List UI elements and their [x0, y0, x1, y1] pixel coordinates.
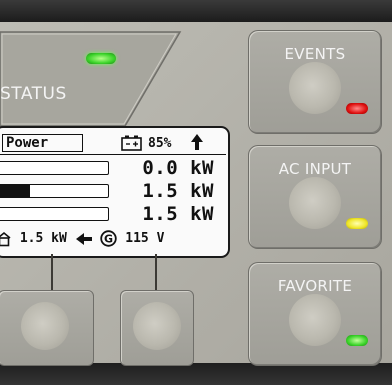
ac-input-label: AC INPUT	[278, 160, 352, 178]
status-button[interactable]	[0, 30, 200, 130]
favorite-button[interactable]: FAVORITE	[248, 262, 382, 366]
ac-input-dome	[289, 177, 341, 229]
battery-percent: 85%	[148, 136, 172, 151]
stem-right	[155, 254, 157, 290]
ac-input-button[interactable]: AC INPUT	[248, 145, 382, 249]
top-frame	[0, 0, 392, 22]
events-button[interactable]: EVENTS	[248, 30, 382, 134]
events-label: EVENTS	[284, 45, 346, 63]
power-value-3: 1.5 kW	[142, 203, 214, 225]
voltage-value: 115 V	[125, 231, 165, 246]
favorite-dome	[289, 294, 341, 346]
load-value: 1.5 kW	[19, 231, 67, 246]
events-led	[346, 103, 368, 114]
power-value-1: 0.0 kW	[142, 157, 214, 179]
lcd-tab: Power	[2, 134, 83, 152]
generator-icon: G	[100, 230, 118, 247]
favorite-led	[346, 335, 368, 346]
house-icon	[0, 231, 11, 246]
bottom-frame	[0, 363, 392, 385]
lcd-display: Power 85% 0.0 kW 1.5 kW 1.5 kW 1.5 kW G …	[0, 126, 230, 258]
up-arrow-icon	[191, 134, 203, 150]
soft-key-left[interactable]	[0, 290, 94, 366]
events-dome	[289, 62, 341, 114]
svg-text:G: G	[104, 233, 113, 246]
lcd-footer: 1.5 kW G 115 V	[0, 230, 164, 247]
ac-input-led	[346, 218, 368, 229]
lcd-divider	[0, 154, 226, 155]
soft-key-left-dome	[21, 302, 69, 350]
power-bar-2	[0, 184, 109, 198]
power-value-2: 1.5 kW	[142, 180, 214, 202]
stem-left	[51, 254, 53, 290]
soft-key-right-dome	[133, 302, 181, 350]
status-led	[86, 53, 116, 64]
battery-icon	[121, 135, 142, 151]
soft-key-right[interactable]	[120, 290, 194, 366]
power-bar-1	[0, 161, 109, 175]
status-label: STATUS	[0, 84, 67, 104]
power-bar-3	[0, 207, 109, 221]
left-arrow-icon	[75, 232, 92, 245]
favorite-label: FAVORITE	[277, 277, 353, 295]
